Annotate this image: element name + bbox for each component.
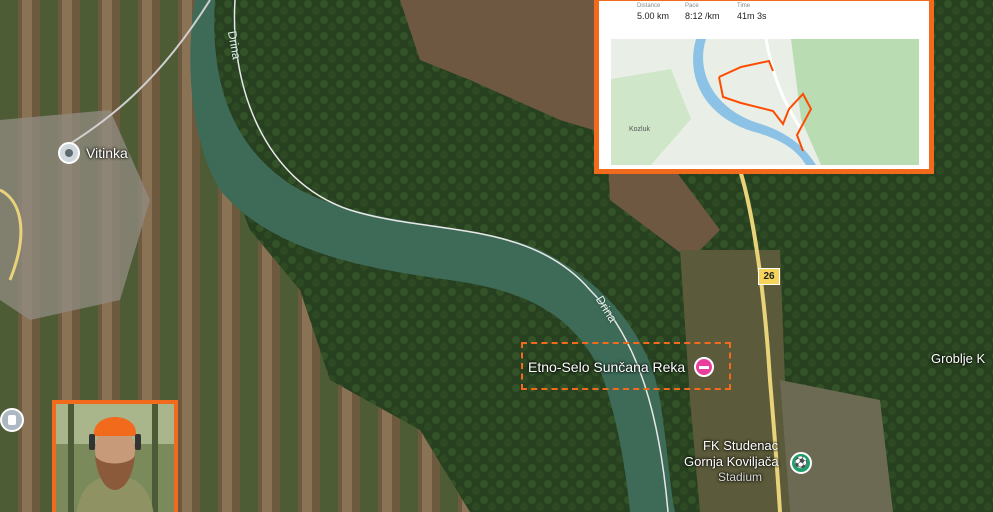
stat-distance: Distance 5.00 km [637, 3, 669, 21]
stat-distance-value: 5.00 km [637, 11, 670, 21]
place-etno-selo[interactable]: Etno-Selo Sunčana Reka [528, 359, 685, 375]
stat-time: Time 41m 3s [737, 3, 767, 21]
activity-inset-panel: Distance 5.00 km Pace 8:12 /km Time 41m … [594, 0, 934, 174]
place-vitinka[interactable]: Vitinka [86, 145, 128, 161]
village-area [780, 380, 893, 512]
place-gornja-koviljaca[interactable]: Gornja Koviljača [684, 454, 779, 469]
stat-pace-label: Pace [685, 3, 699, 9]
stat-pace: Pace 8:12 /km [685, 3, 720, 21]
route-map-place-kozluk: Kozluk [629, 126, 651, 133]
museum-icon[interactable] [0, 408, 24, 432]
place-stadium-label: Stadium [718, 470, 763, 484]
place-groblje[interactable]: Groblje K [931, 351, 985, 366]
road-shield-26: 26 [758, 268, 780, 285]
stadium-icon[interactable]: ⚽ [790, 452, 812, 474]
activity-route-map[interactable]: Kozluk [611, 39, 919, 165]
vitinka-pin-icon[interactable] [58, 142, 80, 164]
map-view[interactable]: Drina Drina Vitinka 26 Etno-Selo Sunčana… [0, 0, 993, 512]
stat-time-label: Time [737, 3, 751, 9]
webcam-overlay [52, 400, 178, 512]
streamer-avatar-icon [56, 404, 174, 512]
stat-time-value: 41m 3s [737, 11, 767, 21]
place-fk-studenac[interactable]: FK Studenac [703, 438, 778, 453]
stat-pace-value: 8:12 /km [685, 11, 720, 21]
stat-distance-label: Distance [637, 3, 661, 9]
lodging-icon[interactable]: ▬ [694, 357, 714, 377]
